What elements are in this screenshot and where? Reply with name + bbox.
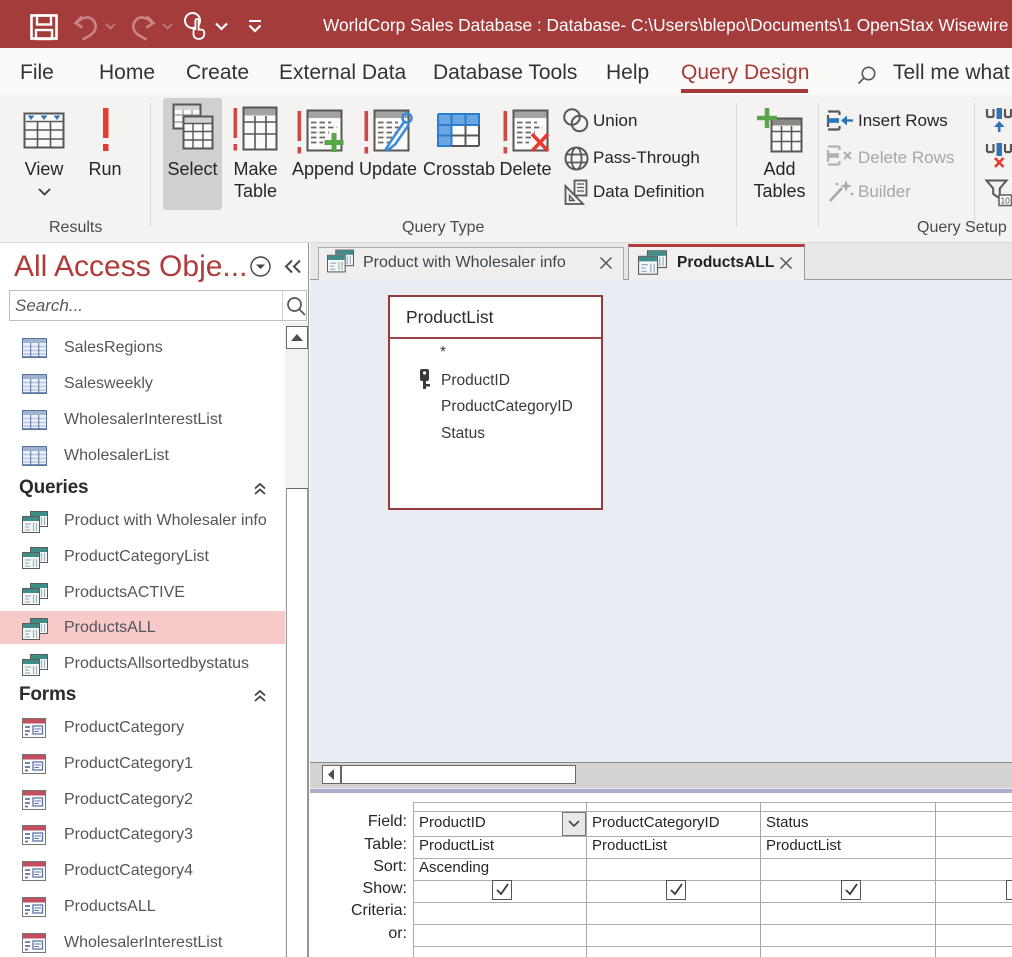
svg-text:10: 10 xyxy=(1000,196,1010,206)
